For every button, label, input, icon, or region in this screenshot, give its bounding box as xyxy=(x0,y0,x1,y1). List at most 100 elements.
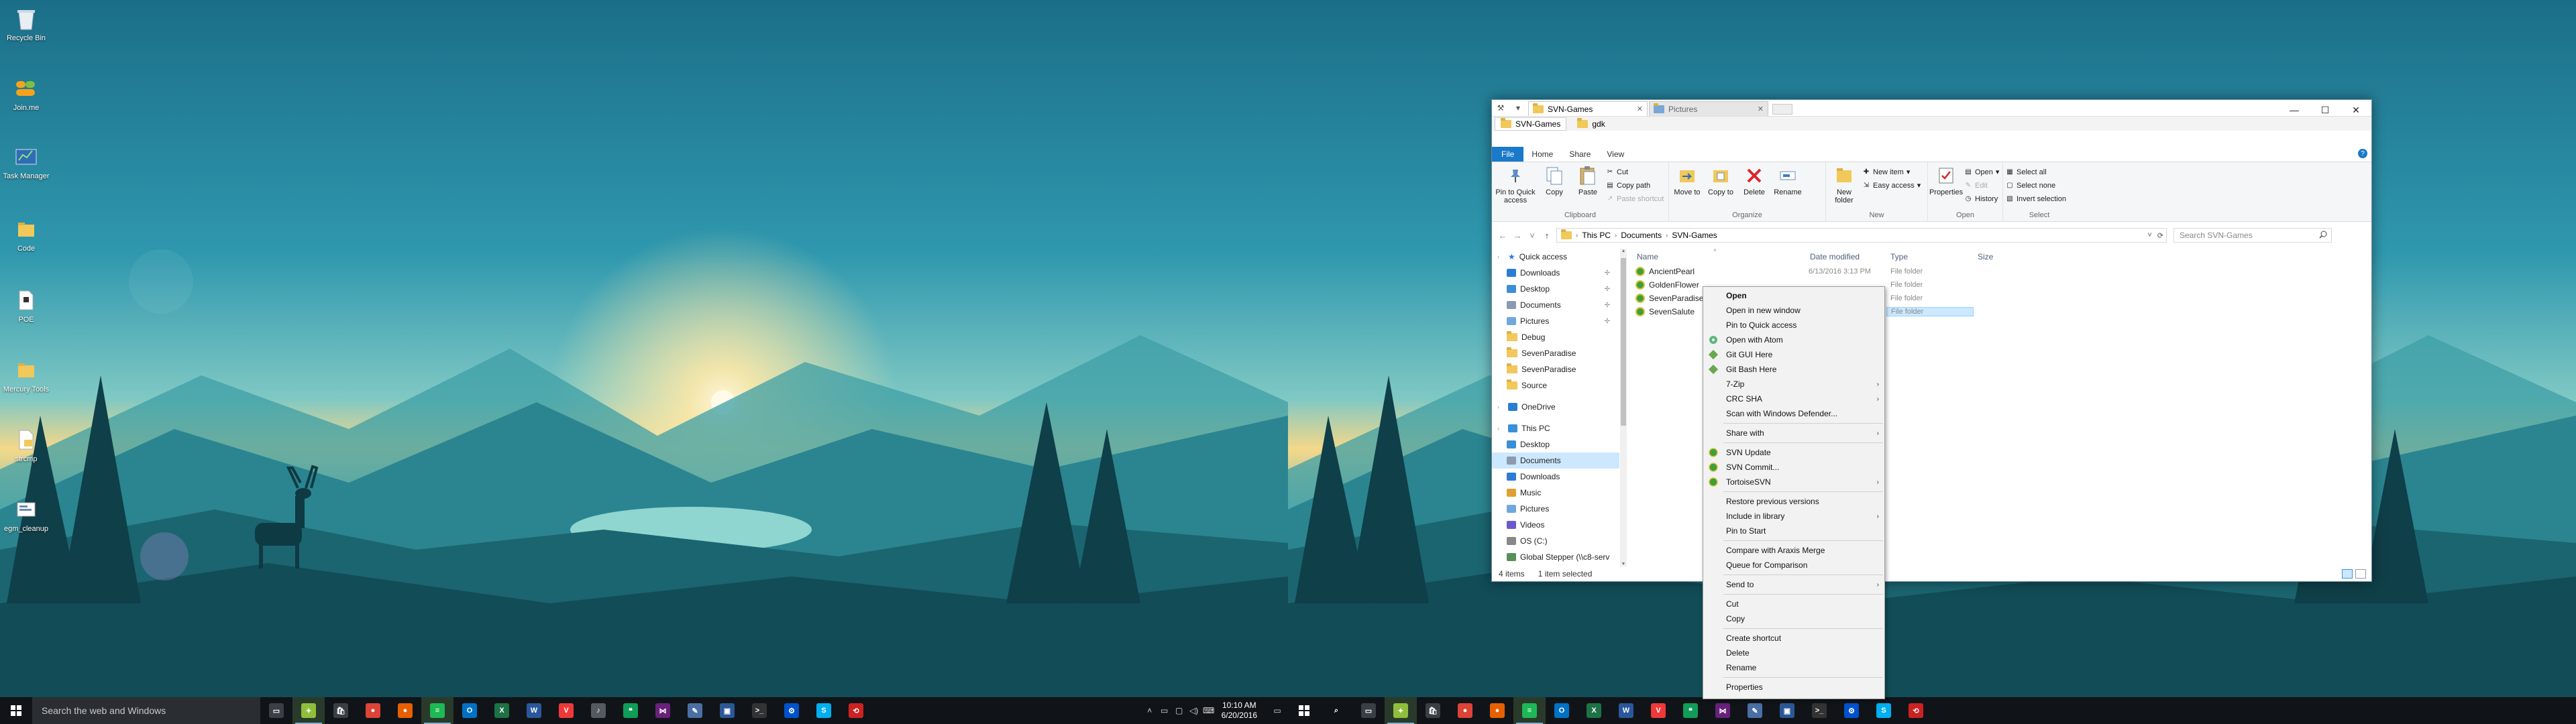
menu-item-open-in-new-window[interactable]: Open in new window xyxy=(1703,303,1884,318)
chevron-up-icon[interactable]: ˄ xyxy=(1142,706,1157,715)
desktop-icon-mercury-tools[interactable]: Mercury Tools xyxy=(3,357,50,394)
taskbar-app-terminal[interactable]: >_ xyxy=(1803,697,1835,724)
open-button[interactable]: ▤ Open ▾ xyxy=(1964,166,1999,178)
desktop-icon-code[interactable]: Code xyxy=(3,216,50,253)
desktop-icon-strcmp[interactable]: strcmp xyxy=(3,426,50,464)
breadcrumb-this-pc[interactable]: This PC xyxy=(1582,231,1611,240)
nav-item-documents[interactable]: Documents xyxy=(1492,452,1619,469)
scroll-up-icon[interactable]: ▲ xyxy=(1620,249,1627,253)
edit-button[interactable]: ✎ Edit xyxy=(1964,180,1999,191)
pin-quick-access-button[interactable]: Pin to Quick access xyxy=(1495,165,1536,204)
keyboard-icon[interactable]: ⌨ xyxy=(1201,706,1216,715)
new-item-button[interactable]: ✚ New item ▾ xyxy=(1862,166,1921,178)
taskbar-search-input[interactable]: Search the web and Windows xyxy=(32,697,260,724)
delete-button[interactable]: Delete xyxy=(1739,165,1770,196)
copy-path-button[interactable]: ▤ Copy path xyxy=(1606,180,1664,191)
taskbar-app-store[interactable]: 🛍 xyxy=(325,697,357,724)
nav-item-desktop[interactable]: Desktop xyxy=(1492,436,1619,452)
large-icons-view-icon[interactable] xyxy=(2355,569,2366,579)
nav-item-os-c-[interactable]: OS (C:) xyxy=(1492,533,1619,549)
nav-item-debug[interactable]: Debug xyxy=(1492,329,1619,345)
taskbar-app-word[interactable]: W xyxy=(518,697,550,724)
taskbar-app-visual-studio[interactable]: ⋈ xyxy=(647,697,679,724)
taskbar-app-terminal[interactable]: >_ xyxy=(743,697,775,724)
nav-item-music[interactable]: Music xyxy=(1492,485,1619,501)
breadcrumb-documents[interactable]: Documents xyxy=(1621,231,1662,240)
copy-button[interactable]: Copy xyxy=(1539,165,1570,196)
taskbar-app-firefox[interactable]: ● xyxy=(1481,697,1513,724)
breadcrumb-svn-games[interactable]: SVN-Games xyxy=(1672,231,1717,240)
column-size[interactable]: Size xyxy=(1974,252,2027,261)
taskbar-app-media[interactable]: ♪ xyxy=(582,697,614,724)
taskbar-app-task-view[interactable]: ▭ xyxy=(1352,697,1385,724)
tab-file[interactable]: File xyxy=(1492,147,1524,162)
nav-item-onedrive[interactable]: › OneDrive xyxy=(1492,399,1619,415)
menu-item-pin-to-start[interactable]: Pin to Start xyxy=(1703,524,1884,538)
taskbar-app-hangouts[interactable]: ❝ xyxy=(614,697,647,724)
nav-item-source[interactable]: Source xyxy=(1492,377,1619,394)
taskbar-app-outlook[interactable]: O xyxy=(453,697,486,724)
menu-item-svn-update[interactable]: SVN Update xyxy=(1703,445,1884,460)
desktop-icon-recycle-bin[interactable]: Recycle Bin xyxy=(3,5,50,43)
nav-item-pictures[interactable]: Pictures ✢ xyxy=(1492,313,1619,329)
menu-item-crc-sha[interactable]: CRC SHA › xyxy=(1703,391,1884,406)
menu-item-queue-for-comparison[interactable]: Queue for Comparison xyxy=(1703,558,1884,572)
taskbar-app-tools[interactable]: ✎ xyxy=(679,697,711,724)
nav-item-sevenparadise[interactable]: SevenParadise xyxy=(1492,345,1619,361)
rename-button[interactable]: Rename xyxy=(1772,165,1803,196)
menu-item-compare-with-araxis-merge[interactable]: Compare with Araxis Merge xyxy=(1703,543,1884,558)
taskbar-app-skype[interactable]: S xyxy=(808,697,840,724)
close-tab-icon[interactable]: ✕ xyxy=(1758,105,1764,113)
taskbar-app-remote[interactable]: ▣ xyxy=(711,697,743,724)
taskbar-app-chrome[interactable]: ● xyxy=(357,697,389,724)
taskbar-app-tortoise[interactable]: ⟲ xyxy=(1900,697,1932,724)
taskbar-app-vivaldi[interactable]: V xyxy=(1642,697,1674,724)
search-input[interactable]: Search SVN-Games xyxy=(2174,228,2332,243)
properties-button[interactable]: Properties xyxy=(1929,165,1963,196)
taskbar-app-excel[interactable]: X xyxy=(486,697,518,724)
taskbar-app-word[interactable]: W xyxy=(1610,697,1642,724)
forward-arrow-icon[interactable]: → xyxy=(1512,231,1523,241)
nav-scrollbar[interactable]: ▲ ▼ xyxy=(1620,249,1627,566)
taskbar-app-search[interactable]: ⌕ xyxy=(1320,697,1352,724)
expand-caret-icon[interactable]: › xyxy=(1497,425,1504,432)
new-tab-button[interactable] xyxy=(1772,104,1792,115)
taskbar-app-excel[interactable]: X xyxy=(1578,697,1610,724)
menu-item-delete[interactable]: Delete xyxy=(1703,646,1884,660)
nav-item-desktop[interactable]: Desktop ✢ xyxy=(1492,281,1619,297)
menu-item-share-with[interactable]: Share with › xyxy=(1703,426,1884,440)
desktop-icon-poe[interactable]: POE xyxy=(3,287,50,324)
tab-home[interactable]: Home xyxy=(1523,147,1561,162)
taskbar-app-sourcetree[interactable]: ⚙ xyxy=(1835,697,1868,724)
up-arrow-icon[interactable]: ↑ xyxy=(1542,231,1552,241)
taskbar-app-task-view[interactable]: ▭ xyxy=(260,697,292,724)
tab-share[interactable]: Share xyxy=(1561,147,1599,162)
address-bar[interactable]: › This PC › Documents › SVN-Games ˅ ⟳ xyxy=(1556,228,2167,243)
network-icon[interactable]: ▭ xyxy=(1157,706,1172,715)
help-icon[interactable]: ? xyxy=(2358,149,2367,158)
refresh-icon[interactable]: ⟳ xyxy=(2157,231,2163,240)
taskbar-app-store[interactable]: 🛍 xyxy=(1417,697,1449,724)
invert-selection-button[interactable]: ▧ Invert selection xyxy=(2006,193,2066,204)
scrollbar-thumb[interactable] xyxy=(1621,258,1626,426)
taskbar-app-spotify[interactable]: ≡ xyxy=(1513,697,1546,724)
menu-item-open-with-atom[interactable]: Open with Atom xyxy=(1703,333,1884,347)
notification-icon[interactable]: ▭ xyxy=(1267,697,1288,724)
nav-item-this-pc[interactable]: › This PC xyxy=(1492,420,1619,436)
menu-item-copy[interactable]: Copy xyxy=(1703,611,1884,626)
tab-view[interactable]: View xyxy=(1599,147,1632,162)
menu-item-rename[interactable]: Rename xyxy=(1703,660,1884,675)
scroll-down-icon[interactable]: ▼ xyxy=(1620,562,1627,566)
window-tab-pictures[interactable]: Pictures ✕ xyxy=(1649,101,1768,116)
menu-item-send-to[interactable]: Send to › xyxy=(1703,577,1884,592)
start-button-right[interactable] xyxy=(1288,697,1320,724)
taskbar-app-tortoise[interactable]: ⟲ xyxy=(840,697,872,724)
menu-item-pin-to-quick-access[interactable]: Pin to Quick access xyxy=(1703,318,1884,333)
nav-item-downloads[interactable]: Downloads xyxy=(1492,469,1619,485)
taskbar-app-vivaldi[interactable]: V xyxy=(550,697,582,724)
paste-shortcut-button[interactable]: ↗ Paste shortcut xyxy=(1606,193,1664,204)
select-none-button[interactable]: ▢ Select none xyxy=(2006,180,2066,191)
taskbar-app-sourcetree[interactable]: ⚙ xyxy=(775,697,808,724)
menu-item-scan-with-windows-defender[interactable]: Scan with Windows Defender... xyxy=(1703,406,1884,421)
cut-button[interactable]: ✂ Cut xyxy=(1606,166,1664,178)
